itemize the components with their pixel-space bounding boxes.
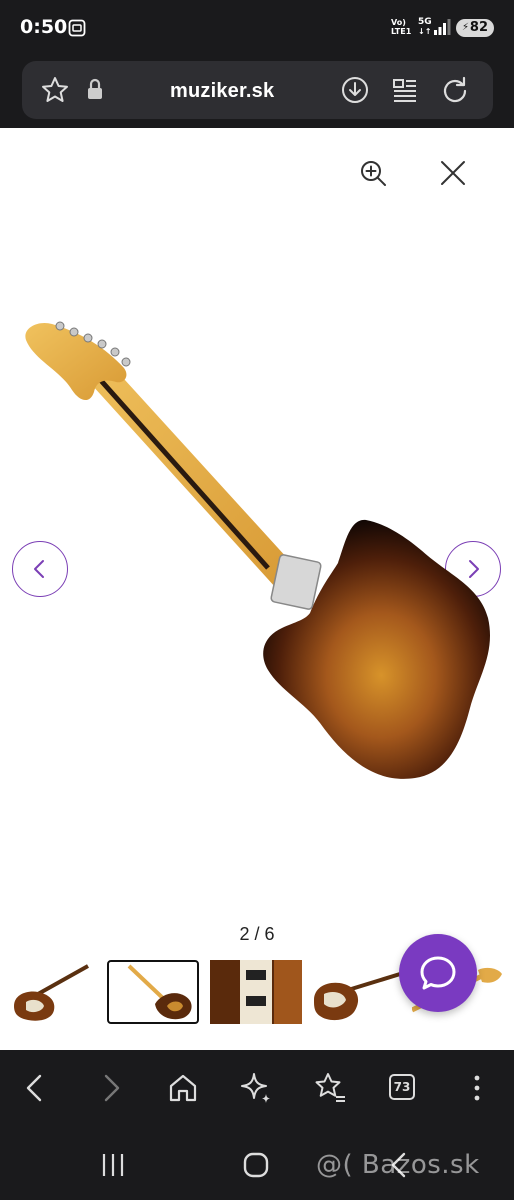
thumbnail-3[interactable] (210, 960, 302, 1024)
signal-icon (434, 19, 451, 35)
network-type: 5G ↓↑ (418, 17, 432, 37)
star-icon[interactable] (40, 75, 70, 105)
more-icon[interactable] (459, 1070, 495, 1106)
clock: 0:50 (20, 16, 68, 38)
bookmarks-icon[interactable] (312, 1070, 348, 1106)
reader-icon[interactable] (390, 75, 420, 105)
lock-icon (88, 78, 102, 99)
thumbnail-2[interactable] (107, 960, 199, 1024)
network-indicator: Vo) LTE1 (391, 18, 411, 36)
back-icon[interactable] (18, 1070, 54, 1106)
battery-indicator: ⚡ 82 (456, 19, 494, 37)
thumbnail-image (127, 964, 192, 1020)
data-arrows-icon: ↓↑ (418, 27, 432, 36)
charging-icon: ⚡ (462, 22, 470, 33)
screenshot-icon (68, 19, 86, 37)
browser-toolbar: muziker.sk (0, 58, 514, 128)
close-icon[interactable] (440, 160, 466, 186)
product-image (25, 321, 491, 779)
tab-count: 73 (389, 1074, 415, 1100)
chat-icon (420, 956, 456, 990)
lte-label: LTE1 (391, 27, 412, 36)
thumbnail-4[interactable] (308, 960, 400, 1024)
browser-navigation: 73 (0, 1050, 514, 1126)
battery-level: 82 (469, 20, 488, 35)
tabs-button[interactable]: 73 (386, 1070, 422, 1106)
recent-apps-icon[interactable] (98, 1150, 128, 1180)
forward-icon[interactable] (92, 1070, 128, 1106)
volte-label: Vo) (391, 18, 406, 27)
network-type-label: 5G (418, 17, 432, 27)
thumbnail-image (14, 964, 89, 1021)
screen: 0:50 Vo) LTE1 5G ↓↑ ⚡ 82 muziker.sk 2 / … (0, 0, 514, 1200)
home-button-icon[interactable] (241, 1150, 271, 1180)
watermark: @( Bazos.sk (316, 1150, 480, 1180)
address-bar[interactable]: muziker.sk (22, 61, 493, 119)
reload-icon[interactable] (440, 75, 470, 105)
sparkle-icon[interactable] (238, 1070, 274, 1106)
url-text[interactable]: muziker.sk (170, 80, 274, 103)
thumbnail-image (210, 960, 302, 1024)
zoom-in-icon[interactable] (358, 158, 388, 188)
download-icon[interactable] (340, 75, 370, 105)
thumbnail-1[interactable] (8, 960, 100, 1024)
image-viewer: 2 / 6 (0, 128, 514, 1050)
chat-button[interactable] (399, 934, 477, 1012)
thumbnail-image (314, 972, 400, 1021)
home-icon[interactable] (165, 1070, 201, 1106)
system-navigation: @( Bazos.sk (0, 1126, 514, 1200)
status-bar: 0:50 Vo) LTE1 5G ↓↑ ⚡ 82 (0, 0, 514, 58)
